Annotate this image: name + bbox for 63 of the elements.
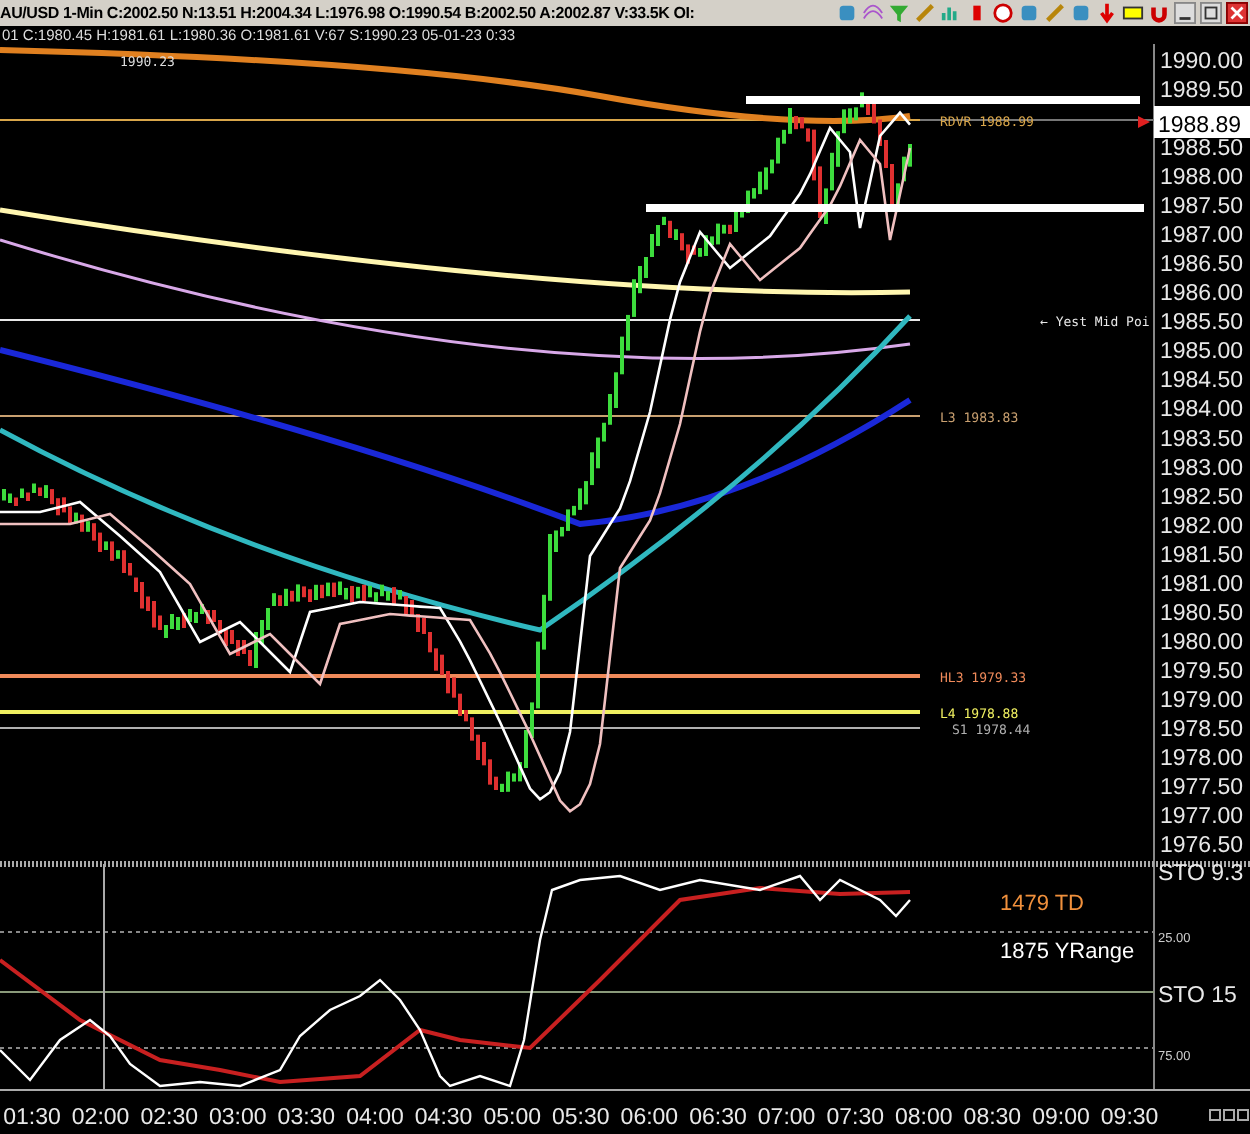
time-tick: 01:30	[3, 1106, 61, 1130]
price-tick: 1990.00	[1160, 50, 1244, 74]
quote-text: AU/USD 1-Min C:2002.50 N:13.51 H:2004.34 L:1976.98 O:1990.54 B:2002.50 A:2002.87 V:33.5K OI:	[0, 4, 695, 22]
time-tick: 03:00	[209, 1106, 267, 1130]
price-tick: 1984.50	[1160, 369, 1244, 394]
oscillator-tick: STO 9.3	[1158, 862, 1244, 886]
line-tool-icon[interactable]	[1044, 2, 1066, 24]
close-icon[interactable]	[1226, 2, 1248, 24]
oscillator-tick: STO 15	[1158, 984, 1237, 1008]
price-tick: 1981.00	[1160, 572, 1244, 597]
time-tick: 08:00	[895, 1106, 953, 1130]
time-tick: 07:30	[826, 1106, 884, 1130]
bar-chart-icon[interactable]	[940, 2, 962, 24]
oscillator-reading: 1479 TD	[1000, 892, 1084, 916]
price-tick: 1979.00	[1160, 688, 1244, 713]
price-tick: 1982.00	[1160, 514, 1244, 539]
funnel-icon[interactable]	[888, 2, 910, 24]
price-tick: 1980.00	[1160, 630, 1244, 655]
time-tick: 03:30	[277, 1106, 336, 1130]
rectangle-icon[interactable]	[1122, 2, 1144, 24]
price-tick: 1985.00	[1160, 340, 1244, 365]
price-tick: 1979.50	[1160, 659, 1244, 684]
price-tick: 1977.50	[1160, 776, 1244, 800]
price-tick: 1983.00	[1160, 456, 1244, 481]
time-tick: 07:00	[757, 1106, 816, 1130]
time-tick: 09:30	[1100, 1106, 1159, 1130]
price-tick: 1986.00	[1160, 282, 1244, 307]
current-price-tag: 1988.89	[1154, 106, 1250, 138]
oscillator-reading: 1875 YRange	[1000, 940, 1135, 964]
price-tick: 1980.50	[1160, 601, 1244, 626]
time-tick: 04:00	[346, 1106, 404, 1130]
time-tick: 09:00	[1032, 1106, 1090, 1130]
price-tick: 1989.50	[1160, 79, 1244, 104]
price-tick: 1987.50	[1160, 195, 1244, 220]
time-tick: 04:30	[414, 1106, 473, 1130]
price-tick: 1988.00	[1160, 166, 1244, 191]
price-tick: 1985.50	[1160, 311, 1244, 336]
price-tick: 1983.50	[1160, 427, 1244, 452]
magnet-icon[interactable]	[1148, 2, 1170, 24]
price-tick: 1982.50	[1160, 485, 1244, 510]
price-tick: 1978.00	[1160, 746, 1244, 771]
clock-icon[interactable]	[992, 2, 1014, 24]
time-tick: 02:30	[140, 1106, 198, 1130]
price-tick: 1988.50	[1160, 137, 1244, 162]
time-tick: 05:30	[552, 1106, 610, 1130]
price-tick: 1976.50	[1160, 834, 1244, 859]
price-tick: 1986.50	[1160, 253, 1244, 278]
price-pointer-icon	[1138, 116, 1150, 128]
price-tick: 1981.50	[1160, 543, 1244, 568]
pencil-icon[interactable]	[914, 2, 936, 24]
price-tick: 1977.00	[1160, 805, 1244, 830]
window-squares-icon[interactable]	[1209, 1109, 1249, 1121]
time-tick: 02:00	[71, 1106, 130, 1130]
minimize-icon[interactable]	[1174, 2, 1196, 24]
waves-icon[interactable]	[862, 2, 884, 24]
maximize-icon[interactable]	[1200, 2, 1222, 24]
price-tick: 1984.00	[1160, 398, 1244, 423]
price-tick: 1978.50	[1160, 717, 1244, 742]
time-tick: 05:00	[483, 1106, 541, 1130]
time-tick: 06:30	[689, 1106, 747, 1130]
time-tick: 06:00	[620, 1106, 679, 1130]
price-tick: 1987.00	[1160, 224, 1244, 249]
time-tick: 08:30	[963, 1106, 1022, 1130]
